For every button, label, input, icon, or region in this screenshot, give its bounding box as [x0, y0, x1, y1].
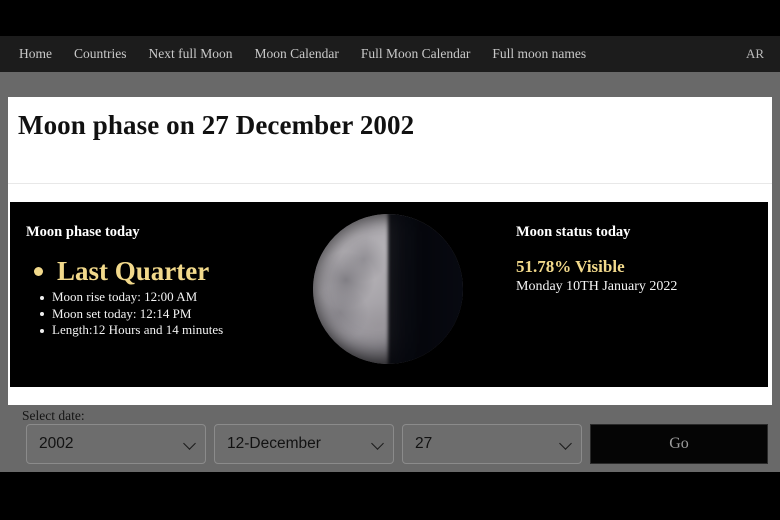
nav-item-home[interactable]: Home [8, 47, 63, 61]
list-item: Moon rise today: 12:00 AM [40, 289, 296, 306]
go-button[interactable]: Go [590, 424, 768, 464]
chevron-down-icon [371, 437, 384, 450]
phase-bullet-icon [34, 266, 43, 276]
browser-screen: Home Countries Next full Moon Moon Calen… [0, 0, 780, 520]
moon-phase-today-column: Moon phase today Last Quarter Moon rise … [26, 224, 296, 339]
moon-info-panel: Moon phase today Last Quarter Moon rise … [10, 202, 768, 387]
main-navigation: Home Countries Next full Moon Moon Calen… [0, 36, 780, 72]
nav-item-full-moon-calendar[interactable]: Full Moon Calendar [350, 47, 482, 61]
list-item: Length:12 Hours and 14 minutes [40, 322, 296, 339]
page-title: Moon phase on 27 December 2002 [18, 110, 415, 140]
nav-item-next-full-moon[interactable]: Next full Moon [138, 47, 244, 61]
moon-terminator-shadow [388, 214, 463, 364]
moon-facts-list: Moon rise today: 12:00 AM Moon set today… [26, 289, 296, 339]
moon-status-today-heading: Moon status today [516, 224, 631, 240]
nav-item-full-moon-names[interactable]: Full moon names [481, 47, 597, 61]
nav-item-countries[interactable]: Countries [63, 47, 138, 61]
nav-language-switch-ar[interactable]: AR [746, 46, 766, 62]
month-select-value: 12-December [227, 435, 321, 452]
date-selector-controls: 2002 12-December 27 Go [26, 424, 768, 464]
moon-last-quarter-icon [313, 214, 463, 364]
select-date-label: Select date: [22, 408, 85, 423]
moon-phase-name-row: Last Quarter [26, 257, 296, 285]
moon-image-container [313, 208, 465, 382]
nav-item-moon-calendar[interactable]: Moon Calendar [244, 47, 350, 61]
moon-phase-name: Last Quarter [57, 256, 210, 286]
bottom-black-strip [0, 472, 780, 520]
moon-phase-today-heading: Moon phase today [26, 224, 140, 240]
moon-visible-percent: 51.78% Visible [516, 257, 625, 276]
moon-status-date: Monday 10TH January 2022 [516, 279, 678, 294]
top-black-strip [0, 0, 780, 36]
day-select[interactable]: 27 [402, 424, 582, 464]
day-select-value: 27 [415, 435, 433, 452]
month-select[interactable]: 12-December [214, 424, 394, 464]
moon-status-today-column: Moon status today 51.78% Visible Monday … [516, 224, 751, 295]
list-item: Moon set today: 12:14 PM [40, 306, 296, 323]
chevron-down-icon [559, 437, 572, 450]
content-card: Moon phase on 27 December 2002 Moon phas… [8, 97, 772, 405]
title-divider [8, 183, 772, 184]
year-select[interactable]: 2002 [26, 424, 206, 464]
year-select-value: 2002 [39, 435, 74, 452]
chevron-down-icon [183, 437, 196, 450]
go-button-label: Go [669, 435, 689, 452]
